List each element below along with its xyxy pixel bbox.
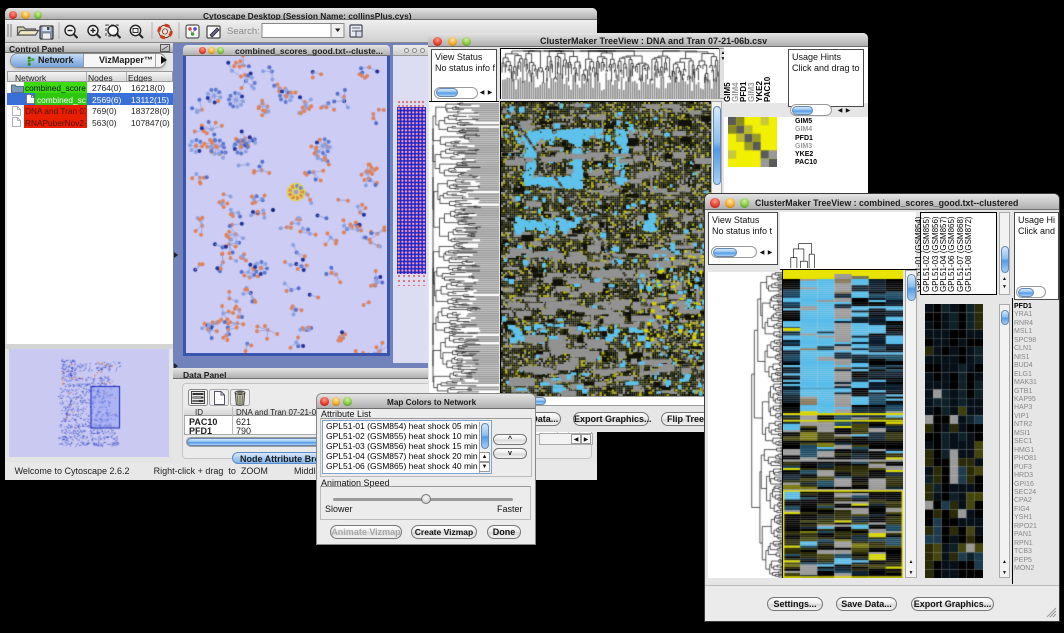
svg-text:Search:: Search: [227, 26, 260, 37]
